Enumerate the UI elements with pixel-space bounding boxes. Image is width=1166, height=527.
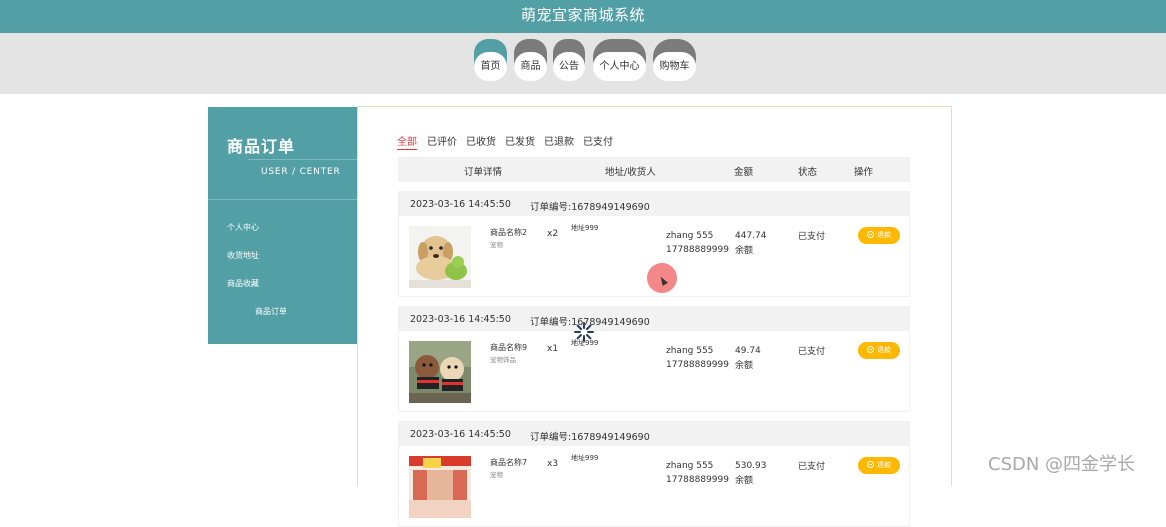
amount-value: 530.93	[735, 461, 767, 471]
receiver-name: zhang 555	[666, 231, 714, 241]
order-status: 已支付	[798, 232, 826, 242]
sidebar-divider	[248, 159, 357, 160]
user-sidebar: 商品订单 USER / CENTER 个人中心 收货地址 商品收藏 商品订单	[208, 107, 357, 344]
nav-notices-label: 公告	[553, 52, 585, 81]
nav-home-label: 首页	[474, 52, 507, 81]
product-name[interactable]: 商品名称7	[490, 457, 527, 468]
tab-shipped[interactable]: 已发货	[505, 133, 535, 148]
header-address: 地址/收货人	[605, 167, 656, 178]
nav-cart-label: 购物车	[653, 52, 696, 81]
refund-label: 退款	[877, 346, 891, 354]
shipping-address: 地址999	[571, 454, 599, 462]
order-table-header: 订单详情 地址/收货人 金额 状态 操作	[398, 157, 910, 182]
product-name[interactable]: 商品名称2	[490, 227, 527, 238]
receiver-phone: 17788889999	[666, 245, 729, 255]
header-status: 状态	[798, 167, 818, 178]
tab-received[interactable]: 已收货	[466, 133, 496, 148]
refund-button[interactable]: 退款	[858, 342, 900, 359]
tab-reviewed[interactable]: 已评价	[427, 133, 457, 148]
receiver: zhang 555 17788889999	[666, 344, 729, 372]
order-amount: 49.74 余额	[735, 344, 761, 374]
app-title-bar: 萌宠宜家商城系统	[0, 0, 1166, 33]
order-card: 2023-03-16 14:45:50 订单编号:1678949149690 商…	[398, 306, 910, 412]
amount-value: 49.74	[735, 346, 761, 356]
product-category: 宠物	[490, 471, 503, 479]
product-category: 宠物	[490, 241, 503, 249]
sidebar-subtitle: USER / CENTER	[261, 167, 341, 177]
sidebar-title: 商品订单	[227, 137, 296, 156]
main-nav: 首页 商品 公告 个人中心 购物车	[0, 33, 1166, 94]
nav-products-label: 商品	[514, 52, 547, 81]
payment-method: 余额	[735, 246, 754, 256]
tab-paid[interactable]: 已支付	[583, 133, 613, 148]
nav-products[interactable]: 商品	[514, 39, 547, 81]
refund-icon	[867, 461, 874, 468]
sidebar-divider	[208, 199, 357, 200]
product-image[interactable]	[409, 456, 471, 518]
sidebar-item-orders[interactable]: 商品订单	[255, 306, 287, 317]
refund-label: 退款	[877, 231, 891, 239]
order-status: 已支付	[798, 347, 826, 357]
nav-cart[interactable]: 购物车	[653, 39, 696, 81]
app-title: 萌宠宜家商城系统	[520, 6, 645, 24]
sidebar-item-favorites[interactable]: 商品收藏	[227, 278, 259, 289]
payment-method: 余额	[735, 476, 754, 486]
nav-notices[interactable]: 公告	[553, 39, 585, 81]
refund-button[interactable]: 退款	[858, 227, 900, 244]
order-card: 2023-03-16 14:45:50 订单编号:1678949149690 商…	[398, 421, 910, 527]
loading-spinner-icon	[574, 322, 594, 342]
order-number: 订单编号:1678949149690	[530, 202, 650, 213]
product-quantity: x2	[547, 229, 559, 239]
nav-user-center-label: 个人中心	[593, 52, 646, 81]
receiver-phone: 17788889999	[666, 360, 729, 370]
refund-label: 退款	[877, 461, 891, 469]
order-date: 2023-03-16 14:45:50	[410, 199, 511, 210]
header-amount: 金额	[734, 167, 754, 178]
order-amount: 447.74 余额	[735, 229, 767, 259]
receiver-name: zhang 555	[666, 346, 714, 356]
refund-icon	[867, 346, 874, 353]
shipping-address: 地址999	[571, 224, 599, 232]
receiver: zhang 555 17788889999	[666, 229, 729, 257]
amount-value: 447.74	[735, 231, 767, 241]
orders-panel: 全部 已评价 已收货 已发货 已退款 已支付 订单详情 地址/收货人 金额 状态…	[357, 106, 952, 527]
sidebar-item-address[interactable]: 收货地址	[227, 250, 259, 261]
order-number: 订单编号:1678949149690	[530, 432, 650, 443]
order-header: 2023-03-16 14:45:50 订单编号:1678949149690	[399, 192, 909, 216]
receiver-phone: 17788889999	[666, 475, 729, 485]
product-name[interactable]: 商品名称9	[490, 342, 527, 353]
sidebar-item-user-center[interactable]: 个人中心	[227, 222, 259, 233]
header-order-details: 订单详情	[464, 167, 503, 178]
header-action: 操作	[854, 167, 874, 178]
nav-user-center[interactable]: 个人中心	[593, 39, 646, 81]
order-header: 2023-03-16 14:45:50 订单编号:1678949149690	[399, 307, 909, 331]
order-date: 2023-03-16 14:45:50	[410, 429, 511, 440]
product-category: 宠物饰品	[490, 356, 516, 364]
product-image[interactable]	[409, 341, 471, 403]
refund-button[interactable]: 退款	[858, 457, 900, 474]
order-status: 已支付	[798, 462, 826, 472]
nav-home[interactable]: 首页	[474, 39, 507, 81]
payment-method: 余额	[735, 361, 754, 371]
order-date: 2023-03-16 14:45:50	[410, 314, 511, 325]
tab-refunded[interactable]: 已退款	[544, 133, 574, 148]
order-header: 2023-03-16 14:45:50 订单编号:1678949149690	[399, 422, 909, 446]
product-quantity: x3	[547, 459, 559, 469]
product-quantity: x1	[547, 344, 559, 354]
watermark-text: CSDN @四金学长	[988, 454, 1136, 475]
receiver-name: zhang 555	[666, 461, 714, 471]
tab-all[interactable]: 全部	[397, 133, 417, 150]
product-image[interactable]	[409, 226, 471, 288]
refund-icon	[867, 231, 874, 238]
receiver: zhang 555 17788889999	[666, 459, 729, 487]
order-amount: 530.93 余额	[735, 459, 767, 489]
